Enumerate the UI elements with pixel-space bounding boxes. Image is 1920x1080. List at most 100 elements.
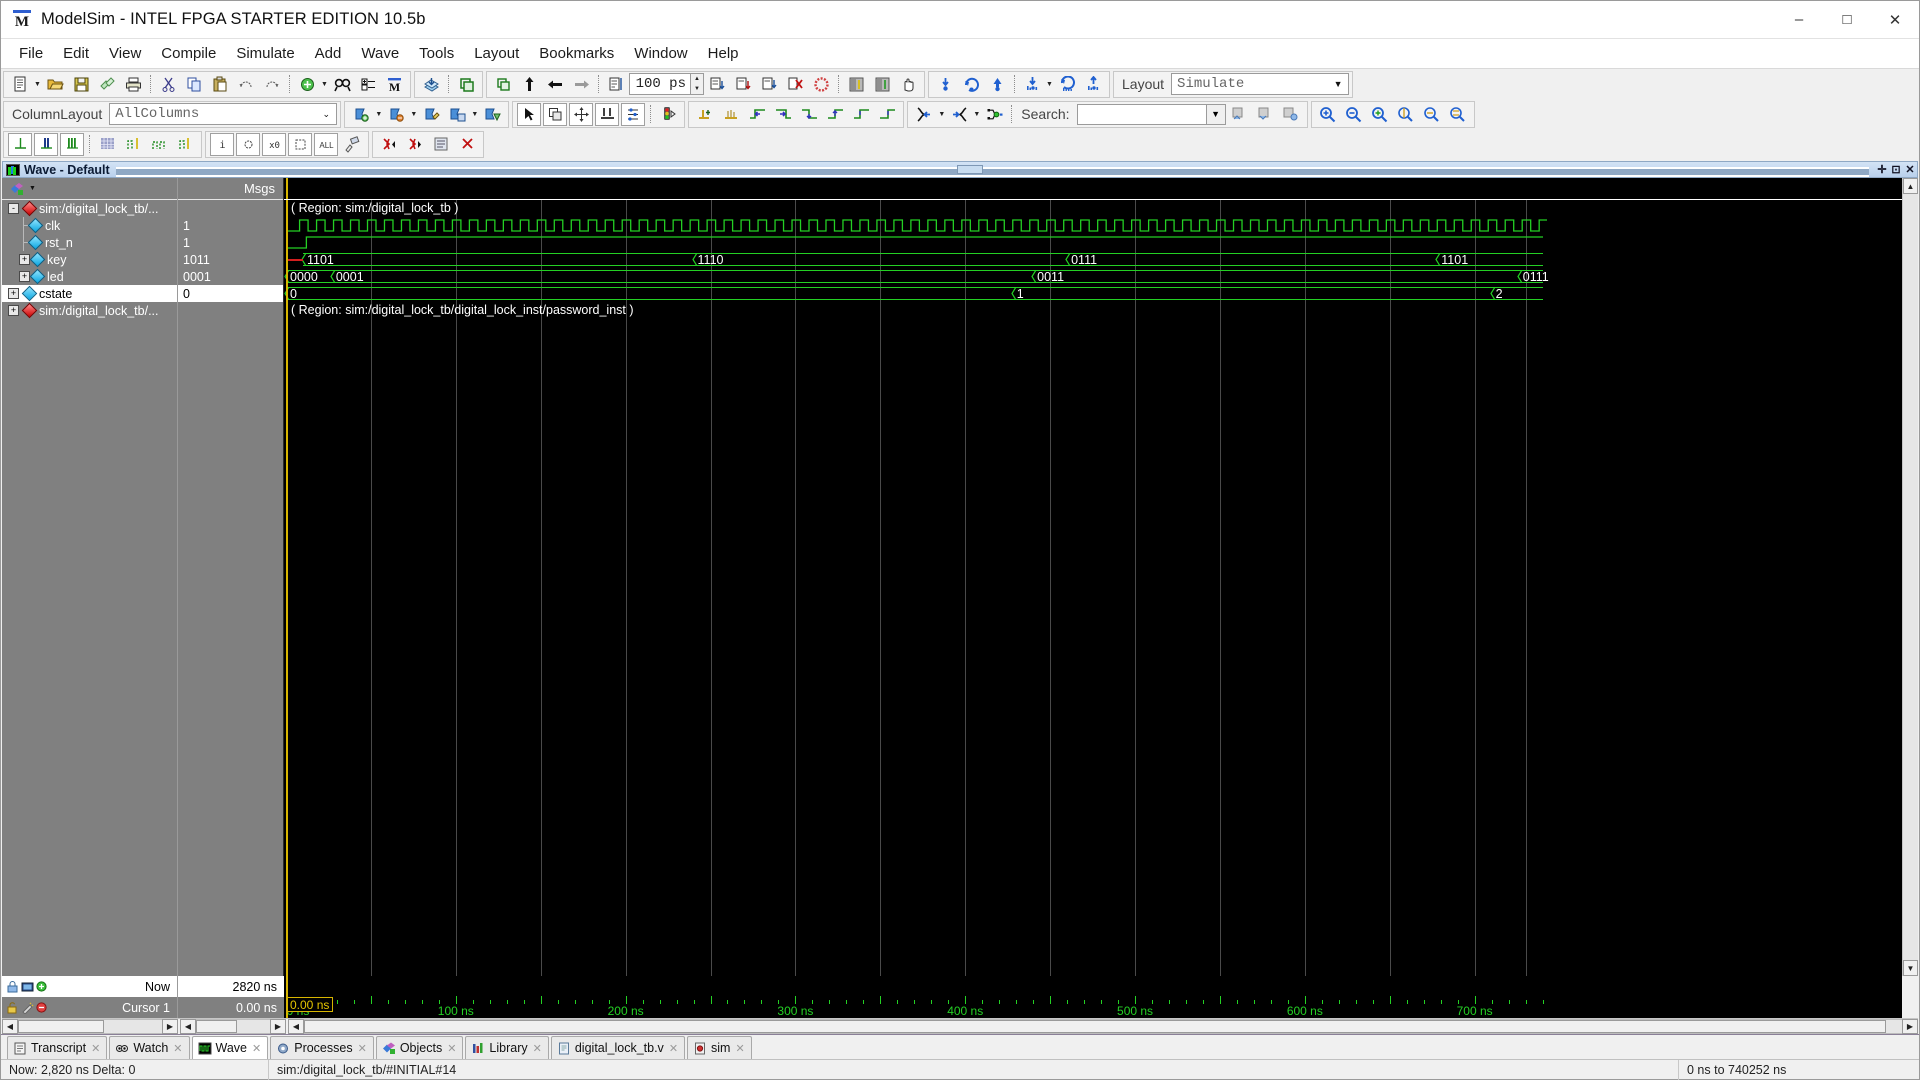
search-prev-icon[interactable] (1227, 103, 1251, 126)
wave-settings-icon[interactable] (621, 102, 646, 126)
expander-toggle[interactable]: + (8, 305, 19, 316)
add-bookmark-dropdown-icon[interactable]: ▼ (374, 103, 383, 126)
run-icon[interactable] (705, 73, 729, 96)
signal-row-led[interactable]: + led (2, 268, 177, 285)
compare-waveforms-icon[interactable] (595, 102, 620, 126)
find-next-transition-icon[interactable] (771, 103, 795, 126)
zoom-select-icon[interactable] (543, 102, 568, 126)
menu-wave[interactable]: Wave (351, 41, 409, 66)
tab-processes[interactable]: Processes ✕ (270, 1036, 374, 1059)
column-layout-combo[interactable]: AllColumns ⌄ (109, 103, 338, 125)
close-icon[interactable]: ✕ (447, 1042, 456, 1055)
collapse-signal-icon[interactable] (947, 103, 971, 126)
menu-file[interactable]: File (9, 41, 53, 66)
select-mode-icon[interactable] (517, 102, 542, 126)
close-icon[interactable]: ✕ (358, 1042, 367, 1055)
values-scroll-right-button[interactable]: ▶ (270, 1019, 286, 1034)
signal-fanout-icon[interactable] (982, 103, 1006, 126)
compare-diff-list-icon[interactable] (429, 133, 453, 156)
waveform-hscroll[interactable]: ◀ ▶ (288, 1019, 1918, 1034)
waveform-single-icon[interactable] (8, 132, 32, 156)
run-length-settings-icon[interactable] (604, 73, 628, 96)
close-icon[interactable]: ✕ (533, 1042, 542, 1055)
waveform-canvas[interactable]: ( Region: sim:/digital_lock_tb ) ( Region… (284, 200, 1902, 976)
grid-offset-icon[interactable] (147, 133, 171, 156)
values-scroll-track[interactable] (196, 1019, 270, 1034)
zoom-range-icon[interactable] (1420, 103, 1444, 126)
modelsim-m-toolbar-icon[interactable]: M (382, 73, 406, 96)
run-continue-icon[interactable] (985, 73, 1009, 96)
waveform-analog-icon[interactable] (34, 132, 58, 156)
wave-titlebar-grip[interactable] (957, 164, 984, 174)
close-icon[interactable]: ✕ (669, 1042, 678, 1055)
redo-icon[interactable] (260, 73, 284, 96)
copy-icon[interactable] (182, 73, 206, 96)
zoom-fit-icon[interactable] (1368, 103, 1392, 126)
paste-icon[interactable] (208, 73, 232, 96)
zoom-out-icon[interactable] (1342, 103, 1366, 126)
bottom-tab-bar[interactable]: Transcript ✕ Watch ✕ Wave ✕ Processes ✕ Objects ✕… (1, 1034, 1919, 1059)
signal-tree[interactable]: - sim:/digital_lock_tb/... clk rst_n + key + le… (2, 200, 177, 976)
find-prev-transition-icon[interactable] (745, 103, 769, 126)
load-bookmark-icon[interactable] (480, 103, 504, 126)
chevron-double-down-icon[interactable]: ⌄ (316, 104, 336, 124)
format-paint-icon[interactable] (340, 133, 364, 156)
zoom-cursor-icon[interactable] (1394, 103, 1418, 126)
signal-row-clk[interactable]: clk (2, 217, 177, 234)
search-options-icon[interactable] (1279, 103, 1303, 126)
search-history-dropdown-icon[interactable]: ▼ (1206, 103, 1226, 125)
coverage-2-icon[interactable] (870, 73, 894, 96)
wave-undock-button[interactable]: ✛ (1875, 163, 1889, 177)
scroll-up-button[interactable]: ▲ (1903, 178, 1918, 194)
radix-decimal-icon[interactable]: i (210, 132, 234, 156)
wave-scroll-right-button[interactable]: ▶ (1902, 1019, 1918, 1034)
layout-combo[interactable]: Simulate ▼ (1171, 73, 1350, 95)
add-wave-icon[interactable] (295, 73, 319, 96)
zoom-last-icon[interactable] (1446, 103, 1470, 126)
simulate-icon[interactable] (454, 73, 478, 96)
values-scroll-left-button[interactable]: ◀ (180, 1019, 196, 1034)
names-scroll-thumb[interactable] (18, 1020, 105, 1033)
expand-signal-dropdown-icon[interactable]: ▼ (937, 103, 946, 126)
close-icon[interactable]: ✕ (735, 1042, 744, 1055)
find-falling-edge-icon[interactable] (797, 103, 821, 126)
menu-help[interactable]: Help (698, 41, 749, 66)
add-wave-dropdown-icon[interactable]: ▼ (320, 73, 329, 96)
breakpoint-traffic-light-icon[interactable] (656, 103, 680, 126)
insert-cursor-marker-icon[interactable] (693, 103, 717, 126)
tab-watch[interactable]: Watch ✕ (109, 1036, 190, 1059)
expander-toggle[interactable]: + (19, 254, 30, 265)
continue-run-icon[interactable] (731, 73, 755, 96)
waveform-vertical-scrollbar[interactable]: ▲ ▼ (1902, 178, 1918, 976)
tab-objects[interactable]: Objects ✕ (375, 1036, 464, 1059)
grid-lines-icon[interactable] (95, 133, 119, 156)
signal-row-cstate[interactable]: + cstate (2, 285, 177, 302)
zoom-in-icon[interactable] (1316, 103, 1340, 126)
values-scroll-thumb[interactable] (196, 1020, 237, 1033)
wave-scroll-left-button[interactable]: ◀ (288, 1019, 304, 1034)
step-out-icon[interactable] (569, 73, 593, 96)
cursor-time-box[interactable]: 0.00 ns (286, 997, 334, 1012)
search-input[interactable] (1076, 103, 1207, 125)
vertical-scroll-track[interactable] (1903, 194, 1918, 960)
close-icon[interactable]: ✕ (252, 1042, 261, 1055)
names-scroll-left-button[interactable]: ◀ (2, 1019, 18, 1034)
tab-digital-lock-tb-v[interactable]: digital_lock_tb.v ✕ (550, 1036, 686, 1059)
wave-close-button[interactable]: ✕ (1903, 163, 1917, 177)
names-scroll-track[interactable] (18, 1019, 162, 1034)
run-all-icon[interactable] (757, 73, 781, 96)
scroll-down-button[interactable]: ▼ (1903, 960, 1918, 976)
chevron-down-icon[interactable]: ▼ (1328, 74, 1348, 94)
find-any-edge-prev-icon[interactable] (849, 103, 873, 126)
wave-scroll-track[interactable] (304, 1019, 1902, 1034)
radix-octal-icon[interactable] (236, 132, 260, 156)
delete-bookmark-icon[interactable] (384, 103, 408, 126)
signal-row-rst_n[interactable]: rst_n (2, 234, 177, 251)
signal-row-key[interactable]: + key (2, 251, 177, 268)
names-hscroll[interactable]: ◀ ▶ (2, 1019, 178, 1034)
run-length-spinner[interactable]: ▲ ▼ (691, 73, 704, 95)
wave-down-icon[interactable] (1020, 73, 1044, 96)
compare-prev-diff-icon[interactable] (377, 133, 401, 156)
wave-maximize-button[interactable]: ⊡ (1889, 163, 1903, 177)
stop-icon[interactable] (809, 73, 833, 96)
